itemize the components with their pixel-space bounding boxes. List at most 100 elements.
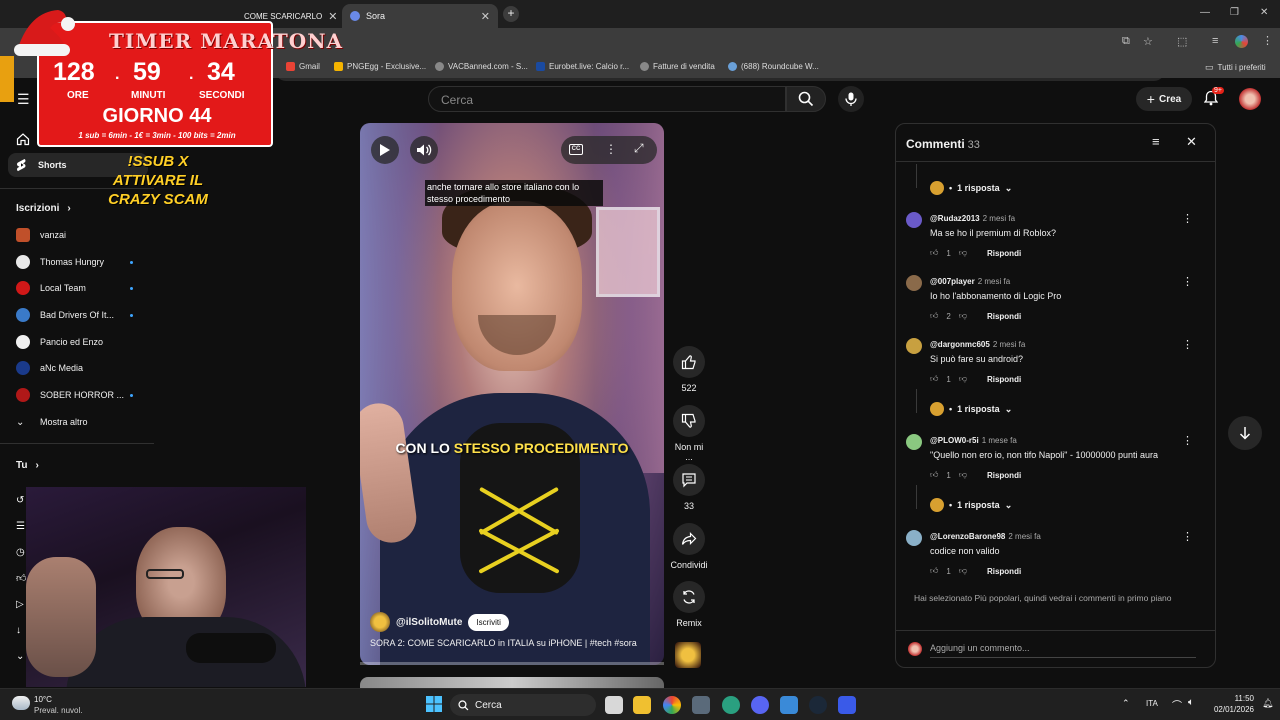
network-icon[interactable]: ⌒ (1172, 697, 1182, 712)
playlists-icon[interactable]: ☰ (16, 514, 26, 540)
subscribe-button[interactable]: Iscriviti (468, 613, 509, 631)
avatar[interactable] (906, 530, 922, 546)
weather-widget[interactable]: 10°C Preval. nuvol. (34, 694, 82, 716)
liked-icon[interactable]: 👍︎ (16, 566, 26, 592)
sidebar-item-channel[interactable]: Local Team (8, 276, 148, 300)
app-icon[interactable] (722, 696, 740, 714)
taskbar-search[interactable]: Cerca (450, 694, 596, 716)
downloads-icon[interactable]: ↓ (16, 618, 26, 644)
reply-button[interactable]: Rispondi (987, 567, 1021, 576)
thumbs-down-icon[interactable]: 👎︎ (959, 248, 967, 258)
replies-toggle[interactable]: • 1 risposta ⌄ (930, 498, 1012, 512)
voice-search-button[interactable] (838, 86, 864, 112)
search-button[interactable] (786, 86, 826, 112)
bookmark-vacbanned[interactable]: VACBanned.com - S... (435, 62, 528, 71)
avatar[interactable] (906, 434, 922, 450)
discord-icon[interactable] (751, 696, 769, 714)
app-icon[interactable] (780, 696, 798, 714)
bookmarks-folder[interactable]: ▭ Tutti i preferiti (1205, 62, 1266, 73)
sidebar-item-channel[interactable]: SOBER HORROR ... (8, 383, 148, 407)
reply-button[interactable]: Rispondi (987, 471, 1021, 480)
cast-icon[interactable]: ⧉ (1122, 35, 1130, 48)
close-icon[interactable]: ✕ (328, 10, 337, 23)
more-options-icon[interactable]: ⋮ (1182, 530, 1193, 543)
bookmark-eurobet[interactable]: Eurobet.live: Calcio r... (536, 62, 629, 71)
history-icon[interactable]: ↺ (16, 488, 26, 514)
share-button[interactable]: Condividi (670, 523, 708, 570)
subscriptions-header[interactable]: Iscrizioni › (16, 203, 71, 214)
fullscreen-icon[interactable]: ⤢ (634, 141, 644, 156)
sort-icon[interactable]: ≡ (1152, 134, 1160, 149)
reply-button[interactable]: Rispondi (987, 375, 1021, 384)
reply-button[interactable]: Rispondi (987, 312, 1021, 321)
scroll-down-button[interactable] (1228, 416, 1262, 450)
more-options-icon[interactable]: ⋮ (1182, 212, 1193, 225)
app-icon[interactable] (692, 696, 710, 714)
thumbs-down-icon[interactable]: 👎︎ (959, 311, 967, 321)
tab-sora[interactable]: Sora ✕ (342, 4, 498, 28)
sidebar-item-channel[interactable]: vanzai (8, 223, 148, 247)
more-options-icon[interactable]: ⋮ (1182, 275, 1193, 288)
thumbs-up-icon[interactable]: 👍︎ (930, 374, 938, 384)
video-title[interactable]: SORA 2: COME SCARICARLO in ITALIA su iPH… (370, 638, 637, 648)
sidebar-item-channel[interactable]: Bad Drivers Of It... (8, 303, 148, 327)
channel-avatar[interactable] (370, 612, 390, 632)
avatar[interactable] (906, 338, 922, 354)
comment-author[interactable]: @dargonmc605 (930, 340, 990, 349)
comment-author[interactable]: @PLOW0-r5i (930, 436, 979, 445)
steam-icon[interactable] (809, 696, 827, 714)
play-button[interactable] (371, 136, 399, 164)
sidebar-item-channel[interactable]: aNc Media (8, 356, 148, 380)
chevron-down-icon[interactable]: ⌄ (16, 644, 26, 670)
channel-name[interactable]: @ilSolitoMute (396, 617, 462, 628)
bookmark-fatture[interactable]: Fatture di vendita (640, 62, 715, 71)
comment-author[interactable]: @007player (930, 277, 975, 286)
thumbs-up-icon[interactable]: 👍︎ (930, 566, 938, 576)
hamburger-menu-icon[interactable]: ☰ (17, 91, 30, 108)
profile-icon[interactable] (1235, 35, 1248, 48)
chrome-icon[interactable] (663, 696, 681, 714)
maximize-icon[interactable]: ❐ (1230, 7, 1239, 18)
menu-dots-icon[interactable]: ⋮ (1262, 34, 1273, 47)
show-more-button[interactable]: ⌄ Mostra altro (8, 410, 148, 434)
video-progress-bar[interactable] (360, 662, 664, 665)
bookmark-pngegg[interactable]: PNGEgg - Exclusive... (334, 62, 426, 71)
close-icon[interactable]: ✕ (481, 10, 490, 23)
sidebar-item-channel[interactable]: Pancio ed Enzo (8, 330, 148, 354)
replies-toggle[interactable]: • 1 risposta ⌄ (930, 181, 1012, 195)
minimize-icon[interactable]: — (1200, 7, 1210, 18)
language-indicator[interactable]: ITA (1146, 699, 1158, 708)
bookmark-roundcube[interactable]: (688) Roundcube W... (728, 62, 819, 71)
media-icon[interactable]: ≡ (1212, 35, 1218, 47)
search-input[interactable]: Cerca (428, 86, 786, 112)
more-options-icon[interactable]: ⋮ (1182, 338, 1193, 351)
thumbs-down-icon[interactable]: 👎︎ (959, 566, 967, 576)
thumbs-up-icon[interactable]: 👍︎ (930, 470, 938, 480)
notification-center-icon[interactable]: 🔔︎ (1262, 698, 1273, 709)
start-button[interactable] (426, 696, 442, 712)
like-button[interactable]: 522 (670, 346, 708, 393)
sound-thumbnail[interactable] (675, 642, 701, 668)
extensions-icon[interactable]: ⬚ (1177, 35, 1187, 48)
thumbs-down-icon[interactable]: 👎︎ (959, 374, 967, 384)
file-explorer-icon[interactable] (633, 696, 651, 714)
notifications-button[interactable]: 9+ (1204, 87, 1224, 106)
thumbs-up-icon[interactable]: 👍︎ (930, 311, 938, 321)
you-header[interactable]: Tu › (16, 460, 39, 471)
dislike-button[interactable]: Non mi ... (670, 405, 708, 462)
add-comment-input[interactable]: Aggiungi un commento... (930, 643, 1196, 658)
clock[interactable]: 11:50 02/01/2026 (1206, 693, 1254, 715)
avatar[interactable] (1239, 88, 1261, 110)
reply-button[interactable]: Rispondi (987, 249, 1021, 258)
window-close-icon[interactable]: ✕ (1260, 7, 1268, 18)
sidebar-item-channel[interactable]: Thomas Hungry (8, 250, 148, 274)
chevron-up-icon[interactable]: ⌃ (1122, 698, 1130, 709)
comment-author[interactable]: @LorenzoBarone98 (930, 532, 1005, 541)
close-icon[interactable]: ✕ (1186, 134, 1197, 150)
create-button[interactable]: + Crea (1136, 87, 1192, 111)
watch-later-icon[interactable]: ◷ (16, 540, 26, 566)
star-icon[interactable]: ☆ (1143, 35, 1153, 48)
avatar[interactable] (906, 212, 922, 228)
more-options-icon[interactable]: ⋮ (1182, 434, 1193, 447)
comment-author[interactable]: @Rudaz2013 (930, 214, 980, 223)
